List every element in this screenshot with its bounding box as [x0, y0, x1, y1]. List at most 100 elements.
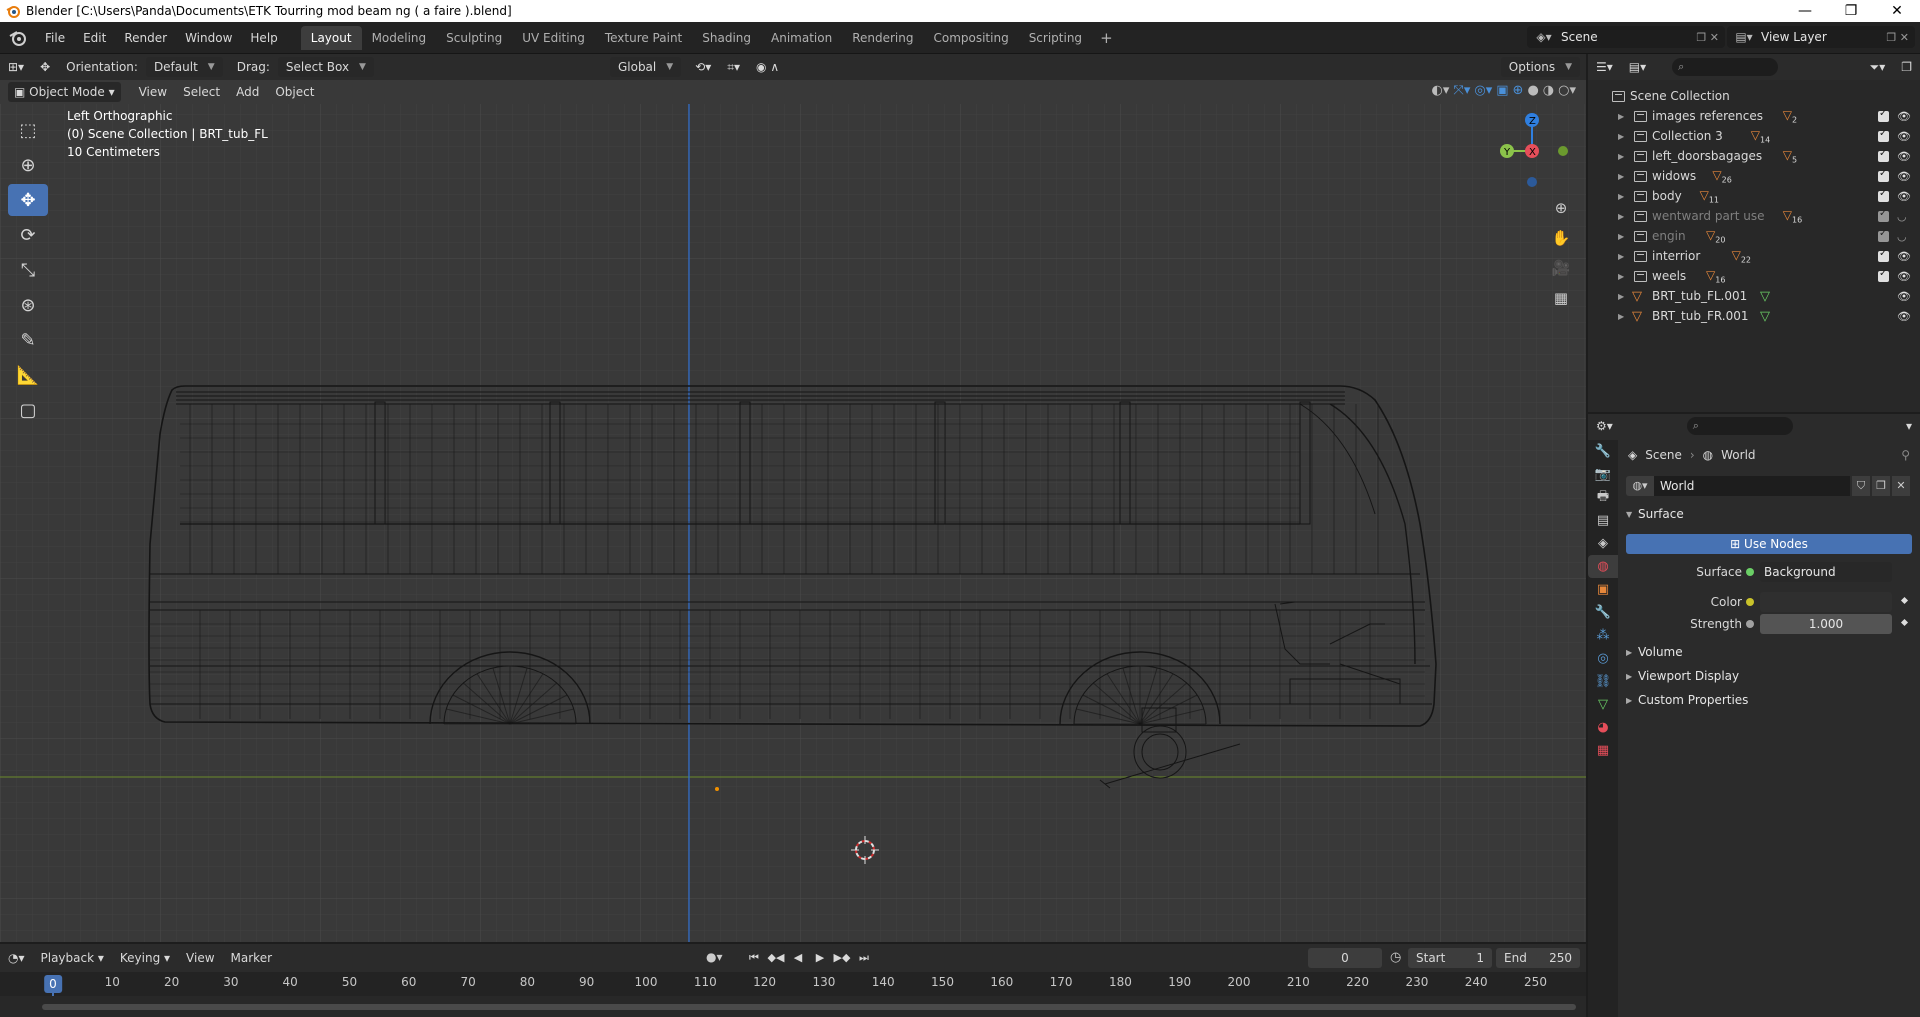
eye-icon[interactable]: 👁 — [1897, 250, 1911, 263]
outliner-object-row[interactable]: ▶ ▽ BRT_tub_FR.001 ▽ 👁 — [1588, 306, 1920, 326]
overlay-toggle-icon[interactable]: ◎▾ — [1474, 83, 1492, 98]
wireframe-shading-icon[interactable]: ⊕ — [1513, 83, 1524, 98]
next-keyframe-icon[interactable]: ▶◆ — [833, 948, 851, 968]
tool-tab-icon[interactable]: 🔧 — [1588, 440, 1618, 463]
use-nodes-button[interactable]: ⊞ Use Nodes — [1626, 534, 1912, 554]
eye-icon[interactable]: ◡ — [1897, 210, 1907, 223]
unlink-icon[interactable]: ✕ — [1892, 476, 1910, 496]
pin-icon[interactable]: ⚲ — [1901, 448, 1910, 462]
start-frame-field[interactable]: Start 1 — [1408, 948, 1492, 968]
pivot-icon[interactable]: ⟲▾ — [687, 57, 719, 77]
scene-buttons-icon[interactable]: ❐ ✕ — [1681, 31, 1725, 44]
maximize-button[interactable]: ❐ — [1828, 0, 1874, 22]
outliner-collection-row[interactable]: ▶ interrior ▽22 👁 — [1588, 246, 1920, 266]
expand-arrow-icon[interactable]: ▶ — [1618, 152, 1624, 161]
transform-space-dropdown[interactable]: Global ▼ — [609, 57, 682, 77]
eye-icon[interactable]: 👁 — [1897, 190, 1911, 203]
volume-panel-header[interactable]: ▶ Volume — [1626, 642, 1912, 662]
object-mode-dropdown[interactable]: ▣ Object Mode ▾ — [8, 82, 121, 102]
timeline-ruler[interactable]: 0 10 20 30 40 50 60 70 80 90 100 110 120 130 140 150 160… — [0, 972, 1586, 1017]
drag-dropdown[interactable]: Select Box ▼ — [277, 57, 374, 77]
exclude-checkbox[interactable] — [1878, 188, 1889, 202]
measure-tool-icon[interactable]: 📐 — [8, 359, 48, 391]
new-collection-icon[interactable]: ❐ — [1893, 57, 1920, 77]
gizmo-toggle-icon[interactable]: ⤧▾ — [1453, 83, 1470, 98]
keyframe-icon[interactable] — [1900, 618, 1909, 627]
strength-field[interactable]: 1.000 — [1760, 614, 1892, 634]
minimize-button[interactable]: — — [1782, 0, 1828, 22]
menu-edit[interactable]: Edit — [74, 27, 115, 49]
outliner-collection-row[interactable]: ▶ widows ▽26 👁 — [1588, 166, 1920, 186]
render-tab-icon[interactable]: 📷 — [1588, 463, 1618, 486]
editor-type-icon[interactable]: ⊞▾ — [0, 57, 32, 77]
exclude-checkbox[interactable] — [1878, 248, 1889, 262]
properties-editor-type-icon[interactable]: ⚙▾ — [1588, 416, 1621, 436]
outliner-editor-type-icon[interactable]: ☰▾ — [1588, 57, 1621, 77]
material-shading-icon[interactable]: ◑ — [1543, 83, 1554, 98]
exclude-checkbox[interactable] — [1878, 228, 1889, 242]
world-name[interactable]: World — [1654, 476, 1850, 496]
rotate-tool-icon[interactable]: ⟳ — [8, 219, 48, 251]
tab-shading[interactable]: Shading — [692, 26, 761, 50]
expand-arrow-icon[interactable]: ▶ — [1618, 232, 1624, 241]
jump-end-icon[interactable]: ⏭ — [855, 948, 873, 968]
play-icon[interactable]: ▶ — [811, 948, 829, 968]
world-tab-icon[interactable]: ◍ — [1588, 555, 1618, 578]
timeline-menu-marker[interactable]: Marker — [223, 948, 280, 968]
exclude-checkbox[interactable] — [1878, 108, 1889, 122]
menu-help[interactable]: Help — [241, 27, 286, 49]
menu-render[interactable]: Render — [115, 27, 176, 49]
output-tab-icon[interactable]: 🖶 — [1588, 486, 1618, 509]
close-window-button[interactable]: ✕ — [1874, 0, 1920, 22]
expand-arrow-icon[interactable]: ▶ — [1618, 192, 1624, 201]
custom-properties-panel-header[interactable]: ▶ Custom Properties — [1626, 690, 1912, 710]
transform-tool-icon[interactable]: ⊛ — [8, 289, 48, 321]
keyframe-icon[interactable] — [1900, 596, 1909, 605]
record-icon[interactable]: ●▾ — [706, 950, 723, 964]
outliner-collection-row[interactable]: ▶ engin ▽20 ◡ — [1588, 226, 1920, 246]
duplicate-icon[interactable]: ❐ — [1872, 476, 1890, 496]
tab-texture-paint[interactable]: Texture Paint — [595, 26, 692, 50]
surface-panel-header[interactable]: ▼ Surface — [1626, 504, 1912, 524]
surface-shader-field[interactable]: Background — [1760, 562, 1892, 582]
timeline-menu-playback[interactable]: Playback ▾ — [33, 948, 112, 968]
visibility-icon[interactable]: ◐▾ — [1432, 83, 1450, 98]
scale-tool-icon[interactable]: ⤡ — [8, 254, 48, 286]
expand-arrow-icon[interactable]: ▶ — [1618, 172, 1624, 181]
tab-uv-editing[interactable]: UV Editing — [512, 26, 595, 50]
outliner-collection-row[interactable]: ▶ weels ▽16 👁 — [1588, 266, 1920, 286]
gizmo-neg-z[interactable] — [1527, 177, 1537, 187]
expand-arrow-icon[interactable]: ▶ — [1618, 212, 1624, 221]
filter-icon[interactable]: ⏷▾ — [1862, 57, 1894, 77]
outliner-search-input[interactable]: ⌕ — [1672, 58, 1779, 76]
properties-search-input[interactable]: ⌕ — [1686, 417, 1793, 435]
eye-icon[interactable]: 👁 — [1897, 150, 1911, 163]
timeline-editor-type-icon[interactable]: ◔▾ — [0, 948, 33, 968]
eye-icon[interactable]: ◡ — [1897, 230, 1907, 243]
orientation-dropdown[interactable]: Default ▼ — [145, 57, 223, 77]
solid-shading-icon[interactable]: ● — [1527, 83, 1538, 98]
current-frame-field[interactable]: 0 — [1308, 948, 1382, 968]
mesh-data-icon[interactable]: ▽ — [1760, 289, 1770, 304]
world-browse-icon[interactable]: ◍▾ — [1626, 476, 1654, 496]
options-dropdown[interactable]: Options ▼ — [1500, 57, 1580, 77]
jump-start-icon[interactable]: ⏮ — [745, 948, 763, 968]
material-tab-icon[interactable]: ◕ — [1588, 716, 1618, 739]
outliner-collection-row[interactable]: ▶ images references ▽2 👁 — [1588, 106, 1920, 126]
camera-view-icon[interactable]: 🎥 — [1547, 254, 1575, 282]
outliner-collection-row[interactable]: ▶ Collection 3 ▽14 👁 — [1588, 126, 1920, 146]
expand-arrow-icon[interactable]: ▶ — [1618, 312, 1624, 321]
constraints-tab-icon[interactable]: ⛓ — [1588, 670, 1618, 693]
scene-tab-icon[interactable]: ◈ — [1588, 532, 1618, 555]
eye-icon[interactable]: 👁 — [1897, 270, 1911, 283]
outliner-collection-row[interactable]: ▶ wentward part use ▽16 ◡ — [1588, 206, 1920, 226]
view-layer-tab-icon[interactable]: ▤ — [1588, 509, 1618, 532]
select-box-tool-icon[interactable]: ⬚ — [8, 114, 48, 146]
3d-viewport[interactable]: ⊞▾ ✥ Orientation: Default ▼ Drag: Select … — [0, 54, 1586, 942]
eye-icon[interactable]: 👁 — [1897, 170, 1911, 183]
menu-object[interactable]: Object — [267, 82, 322, 102]
timeline-menu-view[interactable]: View — [178, 948, 222, 968]
object-tab-icon[interactable]: ▣ — [1588, 578, 1618, 601]
gizmo-neg-y[interactable] — [1558, 146, 1568, 156]
playhead-frame[interactable]: 0 — [44, 975, 62, 993]
